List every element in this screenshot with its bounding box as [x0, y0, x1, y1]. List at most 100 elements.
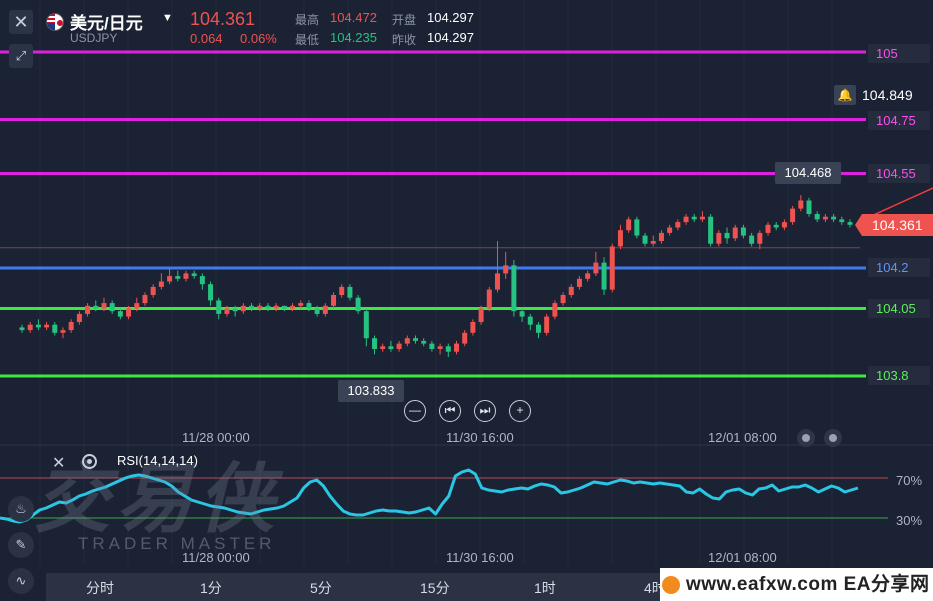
price-change: 0.064 [190, 31, 223, 46]
candle-body [126, 308, 132, 317]
zoom-in-button[interactable]: + [509, 400, 531, 422]
price-line-tag-104-75[interactable]: 104.75 [868, 111, 930, 130]
candle-body [347, 286, 353, 298]
prev-close-value: 104.297 [427, 30, 474, 45]
candle-body [175, 276, 181, 279]
candle-body [503, 265, 509, 274]
candle-body [839, 219, 845, 223]
candle-body [724, 232, 730, 239]
gear-icon[interactable] [82, 454, 97, 469]
candle-body [363, 311, 369, 339]
candle-body [117, 311, 123, 317]
candle-body [757, 232, 763, 244]
candle-body [290, 305, 296, 309]
price-line-tag-104-05[interactable]: 104.05 [868, 299, 930, 318]
candle-body [101, 303, 107, 309]
indicator-icon[interactable]: ♨ [8, 496, 34, 522]
candle-body [232, 308, 238, 312]
tab-15m[interactable]: 15分 [420, 578, 450, 598]
candle-body [380, 346, 386, 349]
candle-body [470, 322, 476, 333]
candle-body [93, 305, 99, 309]
scroll-dot-2[interactable] [824, 429, 842, 447]
zoom-out-button[interactable]: — [404, 400, 426, 422]
candle-body [806, 200, 812, 214]
candle-body [429, 343, 435, 349]
candle-body [716, 232, 722, 244]
time-label-rsi-2: 11/30 16:00 [446, 550, 514, 565]
tab-tick[interactable]: 分时 [86, 578, 114, 598]
candle-body [167, 276, 173, 282]
rsi-label[interactable]: RSI(14,14,14) [117, 453, 198, 468]
candle-body [749, 235, 755, 244]
scroll-end-button[interactable]: ⏭ [474, 400, 496, 422]
candle-body [601, 262, 607, 290]
price-line-tag-105[interactable]: 105 [868, 44, 930, 63]
candle-body [445, 346, 451, 352]
candle-body [585, 273, 591, 279]
candle-body [355, 297, 361, 312]
time-label-main-3: 12/01 08:00 [708, 430, 777, 445]
rsi-upper-label: 70% [896, 473, 923, 488]
price-line-tag-104-55[interactable]: 104.55 [868, 164, 930, 183]
candle-body [732, 227, 738, 239]
candle-body [519, 311, 525, 317]
time-label-rsi-1: 11/28 00:00 [182, 550, 250, 565]
tab-1h[interactable]: 1时 [534, 578, 556, 598]
candle-body [708, 216, 714, 244]
alert-price-tag[interactable]: 104.849 [862, 85, 913, 105]
candle-body [339, 286, 345, 295]
candle-body [19, 327, 25, 331]
scroll-start-button[interactable]: ⏮ [439, 400, 461, 422]
bell-icon[interactable]: 🔔 [834, 85, 856, 105]
candle-body [134, 303, 140, 309]
candle-body [609, 246, 615, 290]
pencil-icon[interactable]: ✎ [8, 532, 34, 558]
candle-body [478, 308, 484, 322]
candle-body [486, 289, 492, 309]
price-line-tag-103-8[interactable]: 103.8 [868, 366, 930, 385]
candle-body [822, 216, 828, 220]
candle-body [593, 262, 599, 274]
chevron-down-icon[interactable]: ▼ [162, 12, 173, 24]
candle-body [183, 273, 189, 279]
candle-body [249, 305, 255, 309]
candle-body [52, 324, 58, 333]
expand-icon[interactable]: ⤢ [9, 44, 33, 68]
candle-body [150, 286, 156, 295]
candle-body [814, 214, 820, 220]
high-value: 104.472 [330, 10, 377, 25]
candle-body [740, 227, 746, 236]
candle-body [634, 219, 640, 236]
candle-body [658, 232, 664, 241]
candle-body [404, 338, 410, 344]
chart-header: ✕ 美元/日元 ▼ USDJPY 104.361 0.064 0.06% 最高 … [0, 0, 933, 48]
candle-body [453, 343, 459, 352]
tab-1m[interactable]: 1分 [200, 578, 222, 598]
candle-body [667, 227, 673, 233]
candle-body [44, 324, 50, 328]
currency-pair-flag-icon [46, 13, 64, 31]
close-icon[interactable]: ✕ [52, 453, 65, 473]
price-line-tag-104-2[interactable]: 104.2 [868, 258, 930, 277]
candle-body [773, 224, 779, 228]
candle-body [650, 241, 656, 244]
open-value: 104.297 [427, 10, 474, 25]
price-change-pct: 0.06% [240, 31, 277, 46]
scroll-dot-1[interactable] [797, 429, 815, 447]
visible-high-tag: 104.468 [775, 162, 841, 184]
line-chart-icon[interactable]: ∿ [8, 568, 34, 594]
time-label-main-2: 11/30 16:00 [446, 430, 514, 445]
prev-close-label: 昨收 [392, 33, 417, 47]
rsi-lower-label: 30% [896, 513, 923, 528]
candle-body [199, 276, 205, 285]
high-label: 最高 [295, 13, 320, 27]
open-label: 开盘 [392, 13, 417, 27]
close-icon[interactable]: ✕ [9, 10, 33, 34]
candle-body [322, 305, 328, 314]
tab-5m[interactable]: 5分 [310, 578, 332, 598]
candle-body [781, 222, 787, 228]
candle-body [511, 265, 517, 312]
candle-body [765, 224, 771, 233]
candle-body [35, 324, 41, 328]
